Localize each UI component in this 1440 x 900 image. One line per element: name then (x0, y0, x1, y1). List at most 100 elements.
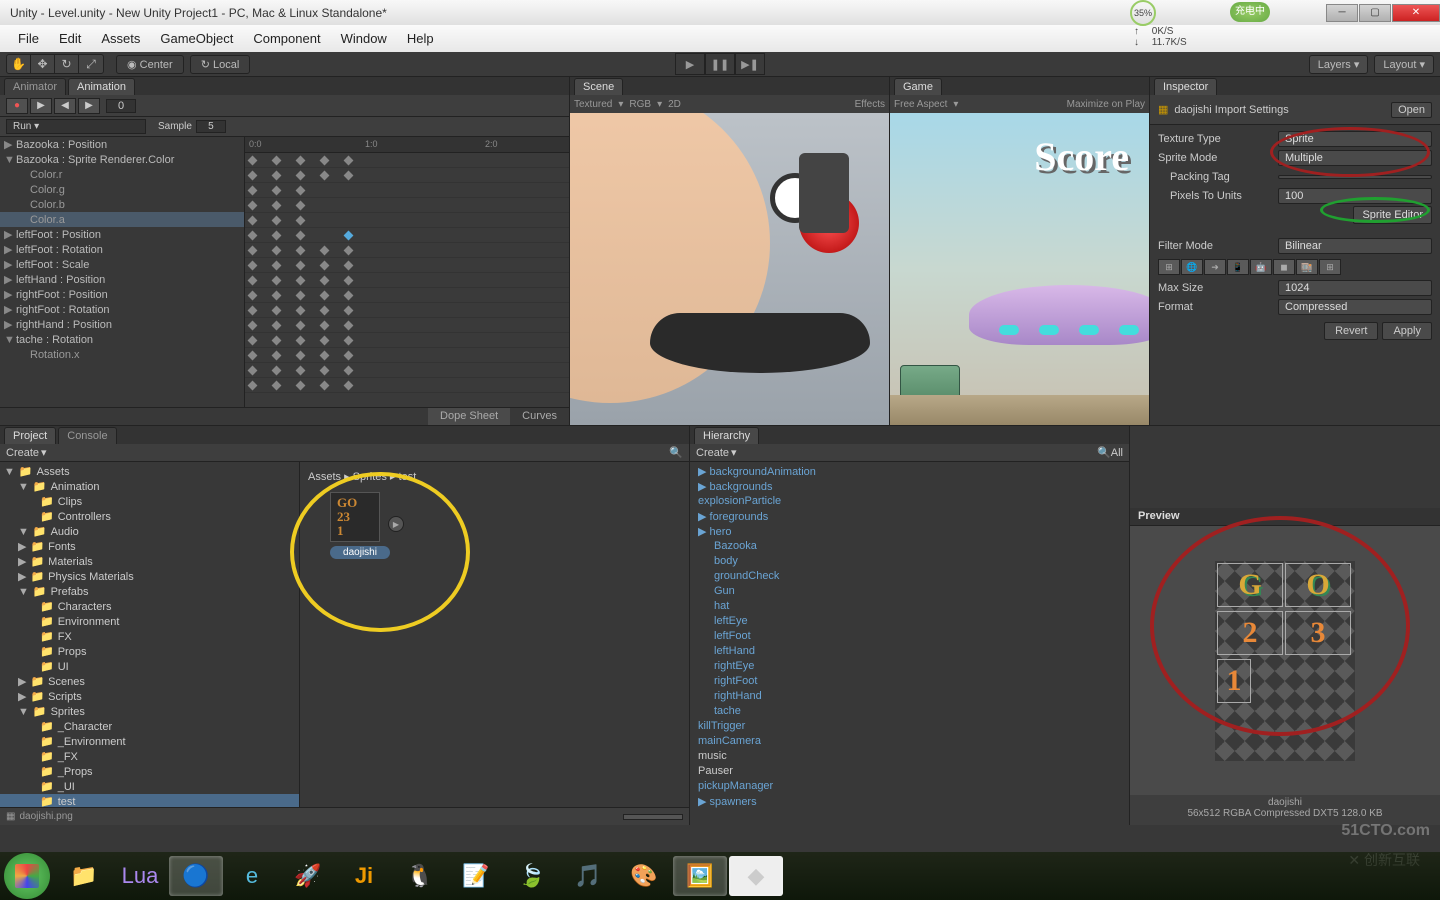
taskbar-ji[interactable]: Ji (337, 856, 391, 896)
hierarchy-tree[interactable]: ▶ backgroundAnimation▶ backgrounds explo… (690, 462, 1129, 825)
hier-pickupManager[interactable]: pickupManager (690, 779, 1129, 794)
anim-prev-key[interactable]: ◀ (54, 98, 76, 114)
hier-rightEye[interactable]: rightEye (690, 659, 1129, 674)
tab-hierarchy[interactable]: Hierarchy (694, 427, 759, 444)
sample-field[interactable]: 5 (196, 120, 226, 133)
hier-hero[interactable]: ▶ hero (690, 524, 1129, 539)
curves-tab[interactable]: Curves (510, 408, 569, 425)
hand-tool[interactable]: ✋ (7, 55, 31, 73)
project-create[interactable]: Create (6, 447, 39, 459)
hier-killTrigger[interactable]: killTrigger (690, 719, 1129, 734)
tree-_environment[interactable]: 📁_Environment (0, 734, 299, 749)
sprite-mode-dropdown[interactable]: Multiple (1278, 150, 1432, 166)
game-aspect[interactable]: Free Aspect (894, 99, 947, 110)
anim-play-button[interactable]: ▶ (30, 98, 52, 114)
start-button[interactable] (4, 853, 50, 899)
hier-Pauser[interactable]: Pauser (690, 764, 1129, 779)
menu-edit[interactable]: Edit (49, 27, 91, 50)
hier-leftHand[interactable]: leftHand (690, 644, 1129, 659)
tree-physics-materials[interactable]: ▶📁Physics Materials (0, 569, 299, 584)
tree-_fx[interactable]: 📁_FX (0, 749, 299, 764)
filter-mode-dropdown[interactable]: Bilinear (1278, 238, 1432, 254)
tree-audio[interactable]: ▼📁Audio (0, 524, 299, 539)
hier-tache[interactable]: tache (690, 704, 1129, 719)
tree-props[interactable]: 📁Props (0, 644, 299, 659)
sprite-editor-button[interactable]: Sprite Editor (1353, 206, 1432, 224)
hier-spawners[interactable]: ▶ spawners (690, 794, 1129, 809)
taskbar-chrome[interactable]: 🔵 (169, 856, 223, 896)
hier-rightHand[interactable]: rightHand (690, 689, 1129, 704)
platform-standalone[interactable]: ➜ (1204, 259, 1226, 275)
hier-hat[interactable]: hat (690, 599, 1129, 614)
dope-sheet-tab[interactable]: Dope Sheet (428, 408, 510, 425)
preview-body[interactable]: G O 2 3 1 (1130, 526, 1440, 795)
packing-tag-field[interactable] (1278, 175, 1432, 179)
taskbar-qq[interactable]: 🐧 (393, 856, 447, 896)
taskbar-unity[interactable]: ◆ (729, 856, 783, 896)
taskbar-ie[interactable]: e (225, 856, 279, 896)
taskbar-music[interactable]: 🎵 (561, 856, 615, 896)
tab-project[interactable]: Project (4, 427, 56, 444)
tree-clips[interactable]: 📁Clips (0, 494, 299, 509)
tree-ui[interactable]: 📁UI (0, 659, 299, 674)
hierarchy-search[interactable]: 🔍All (1097, 446, 1123, 459)
tree-scripts[interactable]: ▶📁Scripts (0, 689, 299, 704)
anim-clip-dropdown[interactable]: Run ▾ (6, 119, 146, 134)
rotate-tool[interactable]: ↻ (55, 55, 79, 73)
taskbar-explorer[interactable]: 📁 (57, 856, 111, 896)
tree-_character[interactable]: 📁_Character (0, 719, 299, 734)
menu-help[interactable]: Help (397, 27, 444, 50)
texture-type-dropdown[interactable]: Sprite (1278, 131, 1432, 147)
minimize-button[interactable]: ─ (1326, 4, 1358, 22)
anim-record-button[interactable]: ● (6, 98, 28, 114)
platform-web[interactable]: 🌐 (1181, 259, 1203, 275)
move-tool[interactable]: ✥ (31, 55, 55, 73)
taskbar-photos[interactable]: 🖼️ (673, 856, 727, 896)
pivot-center-toggle[interactable]: ◉ Center (116, 55, 184, 74)
scene-shading[interactable]: Textured (574, 99, 612, 110)
tab-inspector[interactable]: Inspector (1154, 78, 1217, 95)
tree-fx[interactable]: 📁FX (0, 629, 299, 644)
platform-default[interactable]: ⊞ (1158, 259, 1180, 275)
tree-_props[interactable]: 📁_Props (0, 764, 299, 779)
pixels-to-units-field[interactable]: 100 (1278, 188, 1432, 204)
taskbar-leaf[interactable]: 🍃 (505, 856, 559, 896)
anim-next-key[interactable]: ▶ (78, 98, 100, 114)
platform-android[interactable]: 🤖 (1250, 259, 1272, 275)
game-maximize[interactable]: Maximize on Play (1067, 99, 1145, 110)
hier-leftEye[interactable]: leftEye (690, 614, 1129, 629)
tree-test[interactable]: 📁test (0, 794, 299, 807)
hier-Bazooka[interactable]: Bazooka (690, 539, 1129, 554)
scale-tool[interactable]: ⤢ (79, 55, 103, 73)
game-view[interactable]: Score (890, 113, 1149, 425)
search-icon[interactable]: 🔍 (669, 446, 683, 459)
tree-animation[interactable]: ▼📁Animation (0, 479, 299, 494)
project-grid[interactable]: Assets ▸ Sprites ▸ test GO 23 1 ▶ daojis… (300, 462, 689, 807)
taskbar-lua[interactable]: Lua (113, 856, 167, 896)
hier-backgrounds[interactable]: ▶ backgrounds (690, 479, 1129, 494)
apply-button[interactable]: Apply (1382, 322, 1432, 340)
tab-game[interactable]: Game (894, 78, 942, 95)
hier-groundCheck[interactable]: groundCheck (690, 569, 1129, 584)
platform-store[interactable]: 🏬 (1296, 259, 1318, 275)
taskbar-editor[interactable]: 📝 (449, 856, 503, 896)
menu-gameobject[interactable]: GameObject (150, 27, 243, 50)
tree-fonts[interactable]: ▶📁Fonts (0, 539, 299, 554)
platform-bb[interactable]: ◼ (1273, 259, 1295, 275)
layers-dropdown[interactable]: Layers ▾ (1309, 55, 1369, 74)
play-button[interactable]: ▶ (675, 53, 705, 75)
maximize-button[interactable]: ▢ (1359, 4, 1391, 22)
tab-animator[interactable]: Animator (4, 78, 66, 95)
tree-materials[interactable]: ▶📁Materials (0, 554, 299, 569)
tab-scene[interactable]: Scene (574, 78, 623, 95)
hier-foregrounds[interactable]: ▶ foregrounds (690, 509, 1129, 524)
hier-leftFoot[interactable]: leftFoot (690, 629, 1129, 644)
scene-2d[interactable]: 2D (668, 99, 681, 110)
hier-backgroundAnimation[interactable]: ▶ backgroundAnimation (690, 464, 1129, 479)
hier-mainCamera[interactable]: mainCamera (690, 734, 1129, 749)
step-button[interactable]: ▶❚ (735, 53, 765, 75)
layout-dropdown[interactable]: Layout ▾ (1374, 55, 1434, 74)
anim-frame-field[interactable]: 0 (106, 99, 136, 113)
taskbar-paint[interactable]: 🎨 (617, 856, 671, 896)
tree-environment[interactable]: 📁Environment (0, 614, 299, 629)
